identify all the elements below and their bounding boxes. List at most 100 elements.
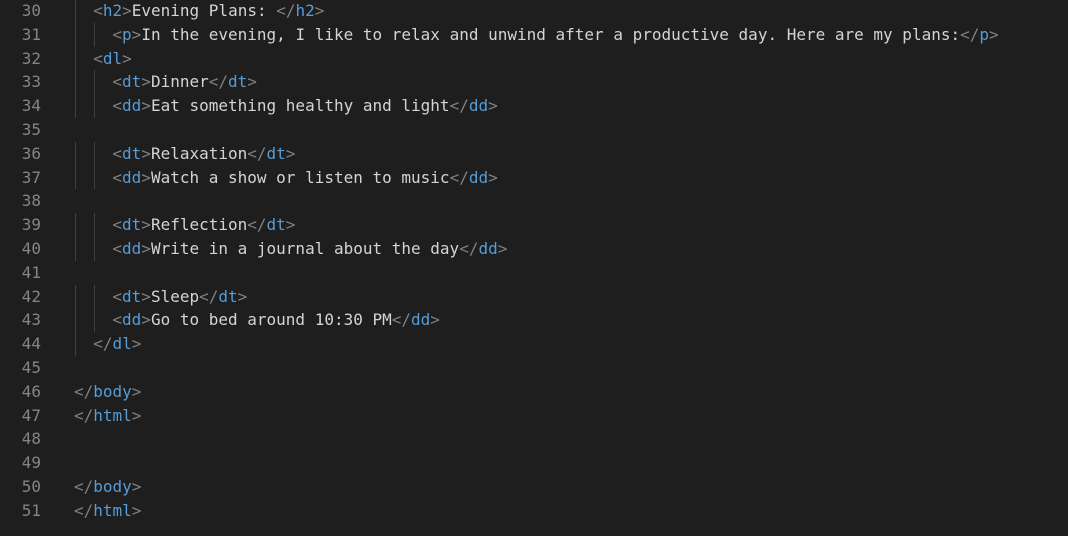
line-code: </html> xyxy=(74,404,141,428)
code-line[interactable]: 35 xyxy=(0,118,1068,142)
tag-bracket: </ xyxy=(74,476,94,496)
tag-name: html xyxy=(93,405,132,425)
code-line[interactable]: 47 </html> xyxy=(0,404,1068,428)
code-line[interactable]: 45 xyxy=(0,356,1068,380)
tag-bracket: > xyxy=(285,143,296,163)
code-line[interactable]: 38 xyxy=(0,189,1068,213)
tag-bracket: </ xyxy=(199,286,219,306)
code-line[interactable]: 39 <dt>Reflection</dt> xyxy=(0,213,1068,237)
tag-bracket: > xyxy=(122,48,132,68)
tag-bracket: > xyxy=(131,381,142,401)
line-code: <dd>Go to bed around 10:30 PM</dd> xyxy=(112,308,440,332)
line-code: <dt>Sleep</dt> xyxy=(112,285,247,309)
tag-bracket: > xyxy=(131,334,142,354)
tag-bracket: > xyxy=(141,310,151,330)
tag-bracket: < xyxy=(112,96,123,116)
code-line[interactable]: 51 </html> xyxy=(0,499,1068,523)
tag-name: body xyxy=(93,476,132,496)
indent-guide xyxy=(75,22,76,47)
line-number: 46 xyxy=(21,381,41,401)
line-code: </body> xyxy=(74,475,141,499)
line-number: 37 xyxy=(21,167,41,187)
tag-bracket: < xyxy=(112,238,123,258)
tag-name: p xyxy=(979,24,990,44)
code-line[interactable]: 44 </dl> xyxy=(0,332,1068,356)
line-number: 47 xyxy=(21,405,41,425)
indent-guide xyxy=(75,284,76,309)
indent-guide xyxy=(75,165,76,190)
indent-guide xyxy=(94,22,96,47)
code-line[interactable]: 49 xyxy=(0,451,1068,475)
indent-guide xyxy=(75,46,76,71)
code-line[interactable]: 37 <dd>Watch a show or listen to music</d… xyxy=(0,165,1068,190)
tag-name: h2 xyxy=(295,1,315,20)
indent-guide xyxy=(94,308,96,333)
tag-bracket: </ xyxy=(247,215,267,235)
text-content: Watch a show or listen to music xyxy=(150,167,450,187)
tag-bracket: > xyxy=(122,1,132,20)
tag-name: dd xyxy=(122,310,142,330)
code-line[interactable]: 30 <h2>Evening Plans: </h2> xyxy=(0,0,1068,23)
code-line[interactable]: 42 <dt>Sleep</dt> xyxy=(0,284,1068,309)
tag-name: dd xyxy=(478,238,498,258)
code-editor[interactable]: 30 <h2>Evening Plans: </h2> 31 <p>In the ev… xyxy=(0,0,1068,536)
tag-bracket: > xyxy=(237,286,248,306)
indent-guide xyxy=(75,141,76,166)
tag-bracket: </ xyxy=(74,381,94,401)
code-line[interactable]: 50 </body> xyxy=(0,475,1068,499)
text-content: Write in a journal about the day xyxy=(150,238,460,258)
line-number: 34 xyxy=(21,96,41,116)
tag-bracket: < xyxy=(112,143,123,163)
line-number: 50 xyxy=(21,476,41,496)
tag-bracket: < xyxy=(112,286,123,306)
indent-guide xyxy=(94,284,96,309)
tag-name: dd xyxy=(122,238,142,258)
line-code: <dd>Write in a journal about the day</dd… xyxy=(112,237,507,261)
tag-bracket: > xyxy=(131,405,142,425)
line-number: 32 xyxy=(21,48,41,68)
text-content: In the evening, I like to relax and unwi… xyxy=(141,24,961,44)
tag-bracket: > xyxy=(141,143,151,163)
code-line[interactable]: 41 xyxy=(0,261,1068,285)
code-lines: 30 <h2>Evening Plans: </h2> 31 <p>In the ev… xyxy=(0,0,1068,523)
code-line[interactable]: 33 <dt>Dinner</dt> xyxy=(0,70,1068,95)
tag-bracket: > xyxy=(141,238,151,258)
tag-name: body xyxy=(93,381,132,401)
tag-bracket: > xyxy=(131,476,142,496)
line-number: 35 xyxy=(21,119,41,139)
code-line[interactable]: 36 <dt>Relaxation</dt> xyxy=(0,141,1068,166)
tag-name: dd xyxy=(122,96,142,116)
line-code: </html> xyxy=(74,499,141,523)
tag-name: dt xyxy=(122,286,142,306)
indent-guide xyxy=(75,332,76,356)
tag-bracket: > xyxy=(285,215,296,235)
tag-bracket: < xyxy=(112,167,123,187)
indent-guide xyxy=(75,94,76,118)
line-code: <dl> xyxy=(93,47,132,71)
tag-name: dt xyxy=(266,215,286,235)
tag-bracket: </ xyxy=(74,405,94,425)
tag-bracket: > xyxy=(141,96,151,116)
code-line[interactable]: 43 <dd>Go to bed around 10:30 PM</dd> xyxy=(0,308,1068,333)
line-code: <h2>Evening Plans: </h2> xyxy=(93,0,324,23)
line-number: 30 xyxy=(21,1,41,20)
code-line[interactable]: 31 <p>In the evening, I like to relax and… xyxy=(0,22,1068,47)
tag-bracket: </ xyxy=(208,72,228,92)
tag-bracket: > xyxy=(497,238,508,258)
tag-name: dt xyxy=(266,143,286,163)
tag-bracket: </ xyxy=(449,96,469,116)
line-number: 44 xyxy=(21,334,41,354)
tag-bracket: < xyxy=(93,1,103,20)
tag-name: dt xyxy=(218,286,238,306)
text-content: Dinner xyxy=(150,72,209,92)
line-number: 43 xyxy=(21,310,41,330)
code-line[interactable]: 46 </body> xyxy=(0,380,1068,404)
indent-guide xyxy=(94,213,96,237)
code-line[interactable]: 32 <dl> xyxy=(0,46,1068,71)
tag-name: dt xyxy=(122,143,142,163)
code-line[interactable]: 40 <dd>Write in a journal about the day</… xyxy=(0,236,1068,261)
tag-bracket: > xyxy=(247,72,257,92)
code-line[interactable]: 34 <dd>Eat something healthy and light</d… xyxy=(0,94,1068,118)
tag-bracket: < xyxy=(112,72,123,92)
code-line[interactable]: 48 xyxy=(0,427,1068,451)
